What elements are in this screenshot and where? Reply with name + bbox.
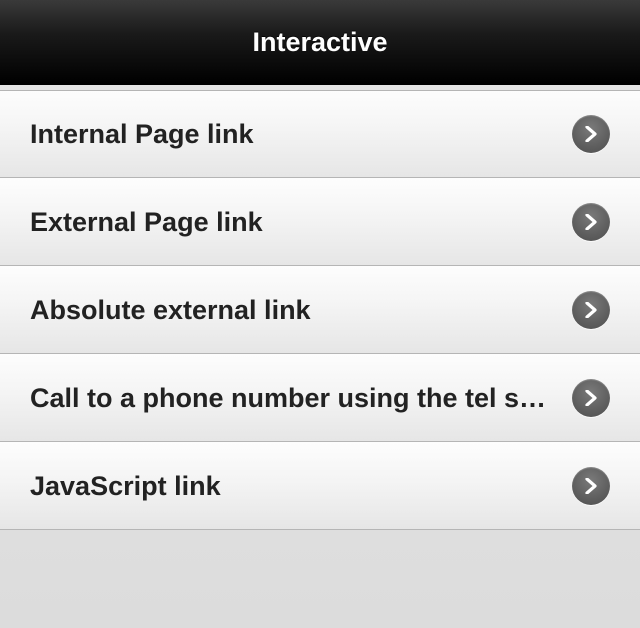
list-item-absolute-external-link[interactable]: Absolute external link — [0, 266, 640, 354]
list-item-internal-page-link[interactable]: Internal Page link — [0, 90, 640, 178]
chevron-right-icon — [572, 115, 610, 153]
header-bar: Interactive — [0, 0, 640, 85]
list-item-external-page-link[interactable]: External Page link — [0, 178, 640, 266]
chevron-right-icon — [572, 203, 610, 241]
chevron-right-icon — [572, 467, 610, 505]
list-item-javascript-link[interactable]: JavaScript link — [0, 442, 640, 530]
list-item-label: External Page link — [30, 207, 572, 238]
link-list: Internal Page link External Page link Ab… — [0, 90, 640, 530]
list-item-label: Absolute external link — [30, 295, 572, 326]
list-item-label: JavaScript link — [30, 471, 572, 502]
chevron-right-icon — [572, 379, 610, 417]
page-title: Interactive — [252, 27, 387, 58]
list-item-call-phone-number[interactable]: Call to a phone number using the tel sch… — [0, 354, 640, 442]
list-item-label: Call to a phone number using the tel sch… — [30, 383, 572, 414]
list-item-label: Internal Page link — [30, 119, 572, 150]
chevron-right-icon — [572, 291, 610, 329]
